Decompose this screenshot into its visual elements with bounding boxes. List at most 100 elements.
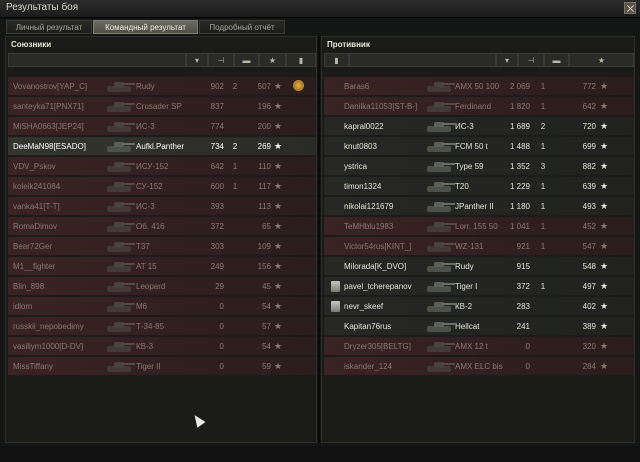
player-name: MiSHA0663[JEP24] bbox=[13, 122, 84, 131]
kills-value: 3 bbox=[540, 162, 546, 171]
table-row[interactable]: nevr_skeef КВ-2 283 402 ★ bbox=[324, 297, 634, 316]
damage-value: 921 bbox=[516, 242, 530, 251]
award-icon[interactable] bbox=[331, 281, 340, 292]
damage-value: 372 bbox=[210, 222, 224, 231]
player-name: knut0803 bbox=[344, 142, 377, 151]
close-button[interactable] bbox=[624, 2, 636, 14]
table-row[interactable]: MissTiffany Tiger II 0 59 ★ bbox=[8, 357, 316, 376]
tank-icon bbox=[104, 199, 136, 214]
xp-star-icon: ★ bbox=[600, 221, 609, 231]
tab-team-result[interactable]: Командный результат bbox=[93, 20, 198, 34]
header-xp[interactable]: ★ bbox=[259, 53, 286, 67]
xp-star-icon: ★ bbox=[274, 341, 283, 351]
player-name: MissTiffany bbox=[13, 362, 54, 371]
tab-detailed-report[interactable]: Подробный отчёт bbox=[199, 20, 285, 34]
table-row[interactable]: MiSHA0663[JEP24] ИС-3 774 200 ★ bbox=[8, 117, 316, 136]
table-row[interactable]: TeMHblu1983 Lorr. 155 50 1 041 1 452 ★ bbox=[324, 217, 634, 236]
table-row[interactable]: ystrica Type 59 1 352 3 882 ★ bbox=[324, 157, 634, 176]
header-sort[interactable]: ▾ bbox=[186, 53, 208, 67]
tank-name: M6 bbox=[136, 302, 148, 311]
header-medals[interactable]: ▮ bbox=[324, 53, 349, 67]
table-row[interactable]: Victor54rus[KINT_] WZ-131 921 1 547 ★ bbox=[324, 237, 634, 256]
table-row[interactable]: VDV_Pskov ИСУ-152 642 1 110 ★ bbox=[8, 157, 316, 176]
header-kills[interactable]: ▬ bbox=[544, 53, 569, 67]
table-row[interactable]: Blin_898 Leopard 29 45 ★ bbox=[8, 277, 316, 296]
xp-star-icon: ★ bbox=[274, 121, 283, 131]
medal-icon[interactable] bbox=[293, 80, 304, 91]
header-xp[interactable]: ★ bbox=[569, 53, 634, 67]
header-sort[interactable]: ▾ bbox=[496, 53, 518, 67]
damage-value: 29 bbox=[215, 282, 224, 291]
damage-value: 249 bbox=[210, 262, 224, 271]
damage-value: 0 bbox=[219, 362, 224, 371]
damage-value: 0 bbox=[219, 302, 224, 311]
damage-value: 2 069 bbox=[509, 82, 530, 91]
award-icon[interactable] bbox=[331, 301, 340, 312]
tank-icon bbox=[104, 139, 136, 154]
xp-star-icon: ★ bbox=[600, 361, 609, 371]
tank-icon bbox=[424, 159, 456, 174]
medal-column-icon: ▮ bbox=[334, 56, 339, 65]
table-row[interactable]: Baras6 AMX 50 100 2 069 1 772 ★ bbox=[324, 77, 634, 96]
table-row[interactable]: RomaDimov Об. 416 372 65 ★ bbox=[8, 217, 316, 236]
tab-personal-result[interactable]: Личный результат bbox=[6, 20, 92, 34]
table-row[interactable]: idlom M6 0 54 ★ bbox=[8, 297, 316, 316]
table-row[interactable]: kapral0022 ИС-3 1 689 2 720 ★ bbox=[324, 117, 634, 136]
player-name: russkii_nepobedimy bbox=[13, 322, 84, 331]
table-row[interactable]: knut0803 FCM 50 t 1 488 1 699 ★ bbox=[324, 137, 634, 156]
tank-icon bbox=[104, 239, 136, 254]
table-row[interactable]: iskander_124 AMX ELC bis 0 284 ★ bbox=[324, 357, 634, 376]
table-row[interactable]: DeeMaN98[ESADO] Aufkl.Panther 734 2 269 ★ bbox=[8, 137, 316, 156]
tank-name: Tiger II bbox=[136, 362, 161, 371]
header-kills[interactable]: ▬ bbox=[234, 53, 259, 67]
table-row[interactable]: Bear72Ger T37 303 109 ★ bbox=[8, 237, 316, 256]
table-row[interactable]: nikolai121679 JPanther II 1 180 1 493 ★ bbox=[324, 197, 634, 216]
damage-value: 1 488 bbox=[509, 142, 530, 151]
table-row[interactable]: Kapitan76rus Hellcat 241 389 ★ bbox=[324, 317, 634, 336]
tank-icon bbox=[424, 179, 456, 194]
table-row[interactable]: timon1324 T20 1 229 1 639 ★ bbox=[324, 177, 634, 196]
panel-divider bbox=[318, 36, 320, 443]
table-row[interactable]: pavel_tcherepanov Tiger I 372 1 497 ★ bbox=[324, 277, 634, 296]
player-name: Dryzer305[BELTG] bbox=[344, 342, 411, 351]
player-name: vanka41[T-T] bbox=[13, 202, 60, 211]
kills-value: 1 bbox=[232, 162, 238, 171]
tank-icon bbox=[424, 199, 456, 214]
window-title: Результаты боя bbox=[6, 2, 79, 13]
table-row[interactable]: vanka41[T-T] ИС-3 393 113 ★ bbox=[8, 197, 316, 216]
damage-value: 1 352 bbox=[509, 162, 530, 171]
header-player[interactable] bbox=[8, 53, 186, 67]
xp-star-icon: ★ bbox=[274, 201, 283, 211]
table-row[interactable]: koleik241084 СУ-152 600 1 117 ★ bbox=[8, 177, 316, 196]
tank-name: Aufkl.Panther bbox=[136, 142, 185, 151]
header-medals[interactable]: ▮ bbox=[286, 53, 316, 67]
damage-value: 837 bbox=[210, 102, 224, 111]
header-damage[interactable]: ⊣ bbox=[518, 53, 544, 67]
xp-value: 720 bbox=[582, 122, 596, 131]
header-damage[interactable]: ⊣ bbox=[208, 53, 234, 67]
table-row[interactable]: Danilka11053[ST-B-] Ferdinand 1 820 1 642 ★ bbox=[324, 97, 634, 116]
tank-icon bbox=[104, 79, 136, 94]
player-name: Blin_898 bbox=[13, 282, 45, 291]
xp-star-icon: ★ bbox=[600, 201, 609, 211]
header-player[interactable] bbox=[349, 53, 496, 67]
table-row[interactable]: Dryzer305[BELTG] AMX 12 t 0 320 ★ bbox=[324, 337, 634, 356]
damage-icon: ⊣ bbox=[217, 56, 225, 65]
kills-value: 1 bbox=[540, 102, 546, 111]
tank-name: Ferdinand bbox=[455, 102, 492, 111]
table-row[interactable]: Milorada[K_DVO] Rudy 915 548 ★ bbox=[324, 257, 634, 276]
xp-value: 54 bbox=[262, 342, 271, 351]
xp-value: 57 bbox=[262, 322, 271, 331]
title-bar: Результаты боя bbox=[0, 0, 640, 18]
kills-value: 2 bbox=[540, 122, 546, 131]
table-row[interactable]: vasiliym1000[D-DV] КВ-3 0 54 ★ bbox=[8, 337, 316, 356]
table-row[interactable]: russkii_nepobedimy Т-34-85 0 57 ★ bbox=[8, 317, 316, 336]
player-name: vasiliym1000[D-DV] bbox=[13, 342, 84, 351]
table-row[interactable]: Vovanostrov[YAP_C] Rudy 902 2 507 ★ bbox=[8, 77, 316, 96]
tank-name: Hellcat bbox=[455, 322, 480, 331]
bottom-bar bbox=[0, 446, 640, 462]
table-row[interactable]: M1__fighter AT 15 249 156 ★ bbox=[8, 257, 316, 276]
tank-icon bbox=[104, 159, 136, 174]
table-row[interactable]: santeyka71[PNX71] Crusader SP 837 196 ★ bbox=[8, 97, 316, 116]
player-name: idlom bbox=[13, 302, 33, 311]
